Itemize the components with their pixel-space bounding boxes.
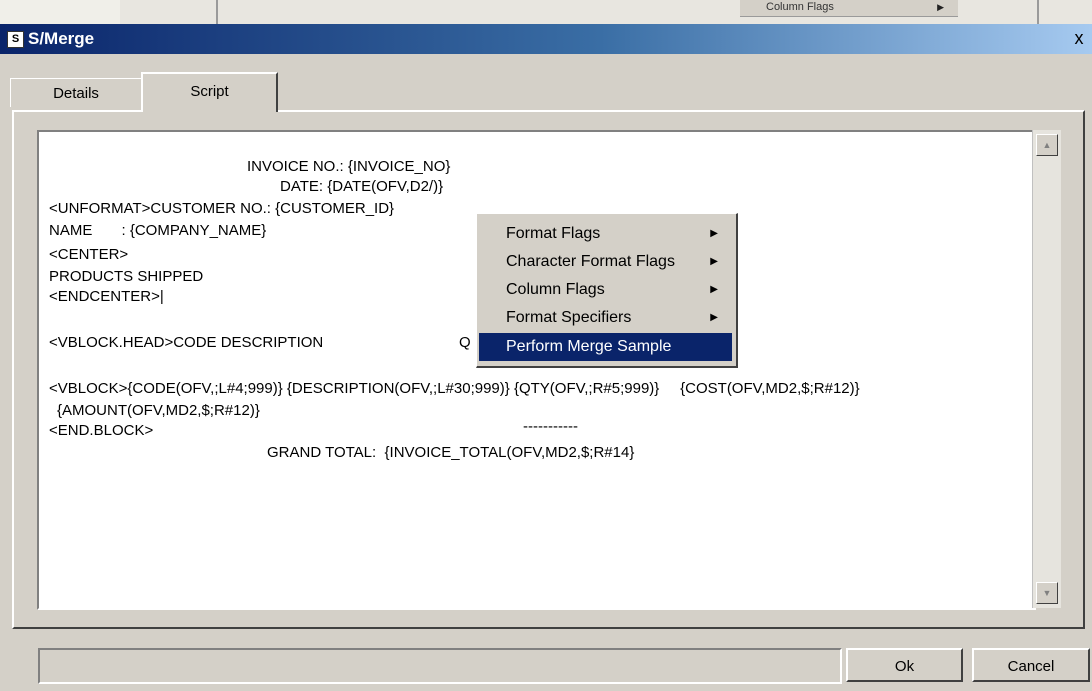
editor-scrollbar[interactable]: ▲ ▼ [1032,130,1061,608]
script-line: PRODUCTS SHIPPED [49,268,204,285]
script-editor[interactable]: INVOICE NO.: {INVOICE_NO} DATE: {DATE(OF… [37,130,1036,610]
background-window: Column Flags ▶ [0,0,1092,24]
submenu-arrow-icon: ▶ [710,284,718,295]
script-line: <VBLOCK.HEAD>CODE DESCRIPTION [49,334,324,351]
menu-item-label: Character Format Flags [506,253,675,270]
script-line: GRAND TOTAL: {INVOICE_TOTAL(OFV,MD2,$;R#… [267,444,635,461]
menu-item-label: Perform Merge Sample [506,338,672,355]
background-panel [0,0,120,24]
script-line: <VBLOCK>{CODE(OFV,;L#4;999)} {DESCRIPTIO… [49,380,860,397]
context-menu: Format Flags ▶ Character Format Flags ▶ … [476,213,738,368]
menu-item-format-flags[interactable]: Format Flags ▶ [479,220,732,248]
cancel-button[interactable]: Cancel [972,648,1090,682]
app-icon: S [7,31,24,48]
submenu-arrow-icon: ▶ [710,312,718,323]
scroll-down-button[interactable]: ▼ [1036,582,1058,604]
menu-item-column-flags[interactable]: Column Flags ▶ [479,276,732,304]
menu-item-character-format-flags[interactable]: Character Format Flags ▶ [479,248,732,276]
submenu-arrow-icon: ▶ [710,256,718,267]
scroll-up-button[interactable]: ▲ [1036,134,1058,156]
title-bar[interactable]: S S/Merge x [0,24,1092,54]
status-field [38,648,842,684]
script-line: NAME : {COMPANY_NAME} [49,222,267,239]
window-title: S/Merge [28,29,95,48]
script-line: <ENDCENTER>| [49,288,164,305]
script-line: DATE: {DATE(OFV,D2/)} [280,178,444,195]
menu-item-label: Column Flags [506,281,605,298]
submenu-arrow-icon: ▶ [710,228,718,239]
close-icon: x [1074,28,1084,48]
script-line: {AMOUNT(OFV,MD2,$;R#12)} [57,402,260,419]
script-line: <UNFORMAT>CUSTOMER NO.: {CUSTOMER_ID} [49,200,395,217]
tab-script[interactable]: Script [141,72,278,112]
script-line: ----------- [523,418,578,435]
script-line: <END.BLOCK> [49,422,154,439]
script-line: Q [459,334,471,351]
ok-button[interactable]: Ok [846,648,963,682]
script-line: INVOICE NO.: {INVOICE_NO} [247,158,451,175]
menu-item-label: Format Specifiers [506,309,632,326]
arrow-down-icon: ▼ [1042,588,1052,598]
menu-item-label: Format Flags [506,225,601,242]
menu-item-perform-merge-sample[interactable]: Perform Merge Sample [479,333,732,361]
arrow-up-icon: ▲ [1042,140,1052,150]
menu-item-format-specifiers[interactable]: Format Specifiers ▶ [479,304,732,332]
close-button[interactable]: x [1069,28,1089,48]
script-line: <CENTER> [49,246,129,263]
divider [1037,0,1039,24]
divider [216,0,218,24]
background-menu-item-label: Column Flags [766,1,834,13]
background-menu-item[interactable]: Column Flags ▶ [740,0,958,17]
tab-details[interactable]: Details [10,78,142,107]
submenu-arrow-icon: ▶ [937,2,944,12]
